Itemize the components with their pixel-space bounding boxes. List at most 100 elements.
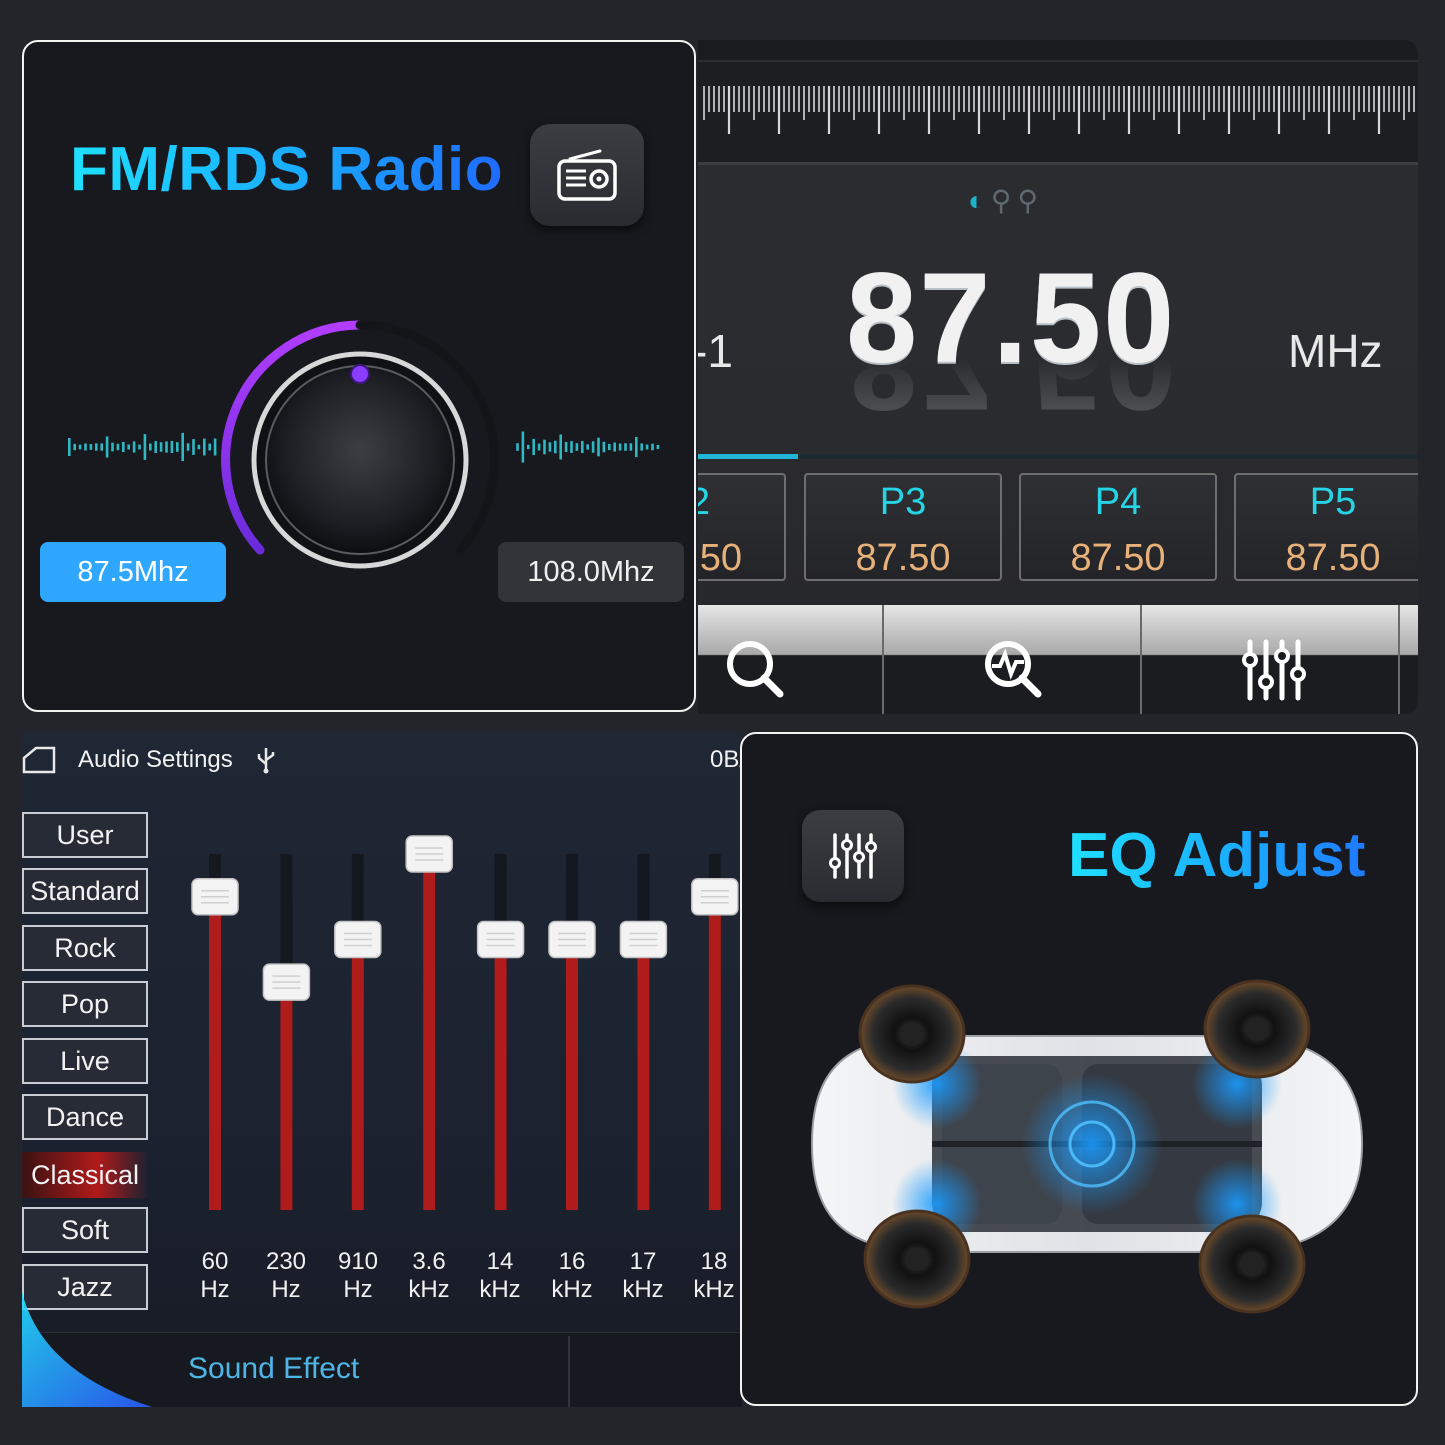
tab-divider xyxy=(568,1336,570,1407)
waveform-bar xyxy=(618,443,622,451)
eq-level-bar xyxy=(566,939,578,1210)
eq-level-bar xyxy=(280,982,293,1210)
waveform-bar xyxy=(176,442,179,452)
waveform-bar xyxy=(192,439,195,455)
scan-icon[interactable]: ⚲ xyxy=(1017,185,1044,216)
radio-icon-button[interactable] xyxy=(530,124,644,226)
eq-level-bar xyxy=(708,896,721,1210)
waveform-bar xyxy=(624,443,627,451)
volume-knob[interactable] xyxy=(210,310,510,610)
eq-preset-rock[interactable]: Rock xyxy=(22,925,148,971)
scan-progress-fill xyxy=(698,454,798,459)
waveform-bar xyxy=(181,432,184,462)
equalizer-icon-button[interactable] xyxy=(802,810,904,902)
audio-settings-title: Audio Settings xyxy=(78,746,233,773)
waveform-bar xyxy=(78,444,82,450)
power-icon[interactable]: ◐ xyxy=(968,185,991,216)
waveform-bar xyxy=(143,434,147,460)
waveform-bar xyxy=(527,444,530,450)
radio-screen-panel: ◐⚲⚲ -1 87.50 87.50 MHz 2 50 P3 87.50 P4 … xyxy=(698,40,1418,714)
eq-preset-classical[interactable]: Classical xyxy=(22,1152,148,1198)
waveform-bar xyxy=(656,444,660,450)
waveform-bar xyxy=(543,439,546,455)
waveform-bar xyxy=(186,443,190,451)
waveform-bar xyxy=(564,441,568,453)
waveform-bar xyxy=(116,443,120,451)
band-label: -1 xyxy=(698,325,733,377)
waveform-bar xyxy=(559,434,562,460)
waveform-bar xyxy=(170,441,174,453)
band-label-230hz: 230 Hz xyxy=(265,1248,307,1303)
toolbar-divider xyxy=(882,605,884,714)
waveform-bar xyxy=(581,440,584,454)
frequency-max-label: 108.0Mhz xyxy=(498,542,684,602)
waveform-bar xyxy=(651,443,654,451)
preset-name: P4 xyxy=(1094,481,1142,523)
band-label-60hz: 60 Hz xyxy=(200,1248,230,1303)
waveform-bar xyxy=(532,438,535,456)
waveform-bar xyxy=(149,443,152,451)
scan-progress-track xyxy=(698,454,1418,459)
waveform-bar xyxy=(122,441,125,453)
band-label-910hz: 910 Hz xyxy=(337,1248,379,1303)
usb-icon xyxy=(257,748,275,774)
waveform-bar xyxy=(645,444,649,450)
waveform-bar xyxy=(132,441,136,453)
waveform-bar xyxy=(591,441,595,453)
speaker-front-right xyxy=(1203,979,1311,1079)
eq-preset-pop[interactable]: Pop xyxy=(22,981,148,1027)
eq-level-bar xyxy=(423,854,436,1210)
speaker-front-left xyxy=(858,984,966,1084)
waveform-bar xyxy=(602,441,606,453)
waveform-bar xyxy=(635,436,638,458)
preset-button-p5[interactable]: P5 87.50 xyxy=(1234,473,1418,581)
equalizer-sliders[interactable] xyxy=(172,832,742,1222)
speaker-rear-right xyxy=(1198,1214,1306,1314)
frequency-reflection: 87.50 xyxy=(848,358,1179,436)
preset-button-p3[interactable]: P3 87.50 xyxy=(804,473,1002,581)
waveform-bar xyxy=(203,438,206,456)
preset-frequency: 87.50 xyxy=(855,537,951,579)
audio-settings-panel: Audio Settings 0B/ User Standard Rock Po… xyxy=(22,732,742,1407)
eq-level-bar xyxy=(209,896,221,1210)
preset-button-p4[interactable]: P4 87.50 xyxy=(1019,473,1217,581)
waveform-bar xyxy=(73,443,76,451)
band-label-3-6khz: 3.6 kHz xyxy=(408,1248,450,1303)
band-label-14khz: 14 kHz xyxy=(479,1248,521,1303)
eq-preset-live[interactable]: Live xyxy=(22,1038,148,1084)
waveform-bar xyxy=(68,438,71,456)
top-bar xyxy=(698,40,1418,60)
search-icon[interactable] xyxy=(716,630,796,710)
waveform-bar xyxy=(521,431,525,463)
eq-preset-standard[interactable]: Standard xyxy=(22,868,148,914)
status-icons: ◐⚲⚲ xyxy=(968,184,1044,217)
home-icon[interactable] xyxy=(22,746,56,774)
waveform-bar xyxy=(640,443,643,451)
band-label-16khz: 16 kHz xyxy=(551,1248,593,1303)
frequency-min-label: 87.5Mhz xyxy=(40,542,226,602)
eq-preset-dance[interactable]: Dance xyxy=(22,1094,148,1140)
eq-preset-soft[interactable]: Soft xyxy=(22,1207,148,1253)
waveform-bar xyxy=(575,443,579,451)
scan-search-icon[interactable] xyxy=(974,630,1054,710)
waveform-bar xyxy=(89,444,93,450)
waveform-bar xyxy=(95,443,98,451)
tab-sound-effect[interactable]: Sound Effect xyxy=(188,1352,359,1386)
equalizer-icon[interactable] xyxy=(1232,630,1312,710)
tuning-dial[interactable] xyxy=(698,62,1418,165)
preset-name: 2 xyxy=(698,481,710,523)
search-icon[interactable]: ⚲ xyxy=(991,185,1018,216)
header-status: 0B/ xyxy=(710,746,742,773)
equalizer-icon xyxy=(829,833,877,879)
toolbar-divider xyxy=(1140,605,1142,714)
waveform-bar xyxy=(197,444,201,450)
waveform-bar xyxy=(127,444,130,450)
tuning-scale xyxy=(703,86,1415,134)
radio-icon xyxy=(557,149,617,201)
band-label-18khz: 18 kHz xyxy=(693,1248,735,1303)
preset-frequency: 50 xyxy=(699,537,742,579)
radio-promo-panel: FM/RDS Radio 87.5Mhz 108.0Mhz xyxy=(22,40,696,712)
eq-preset-user[interactable]: User xyxy=(22,812,148,858)
preset-button-p2[interactable]: 2 50 xyxy=(698,473,786,581)
waveform-bar xyxy=(111,442,114,452)
